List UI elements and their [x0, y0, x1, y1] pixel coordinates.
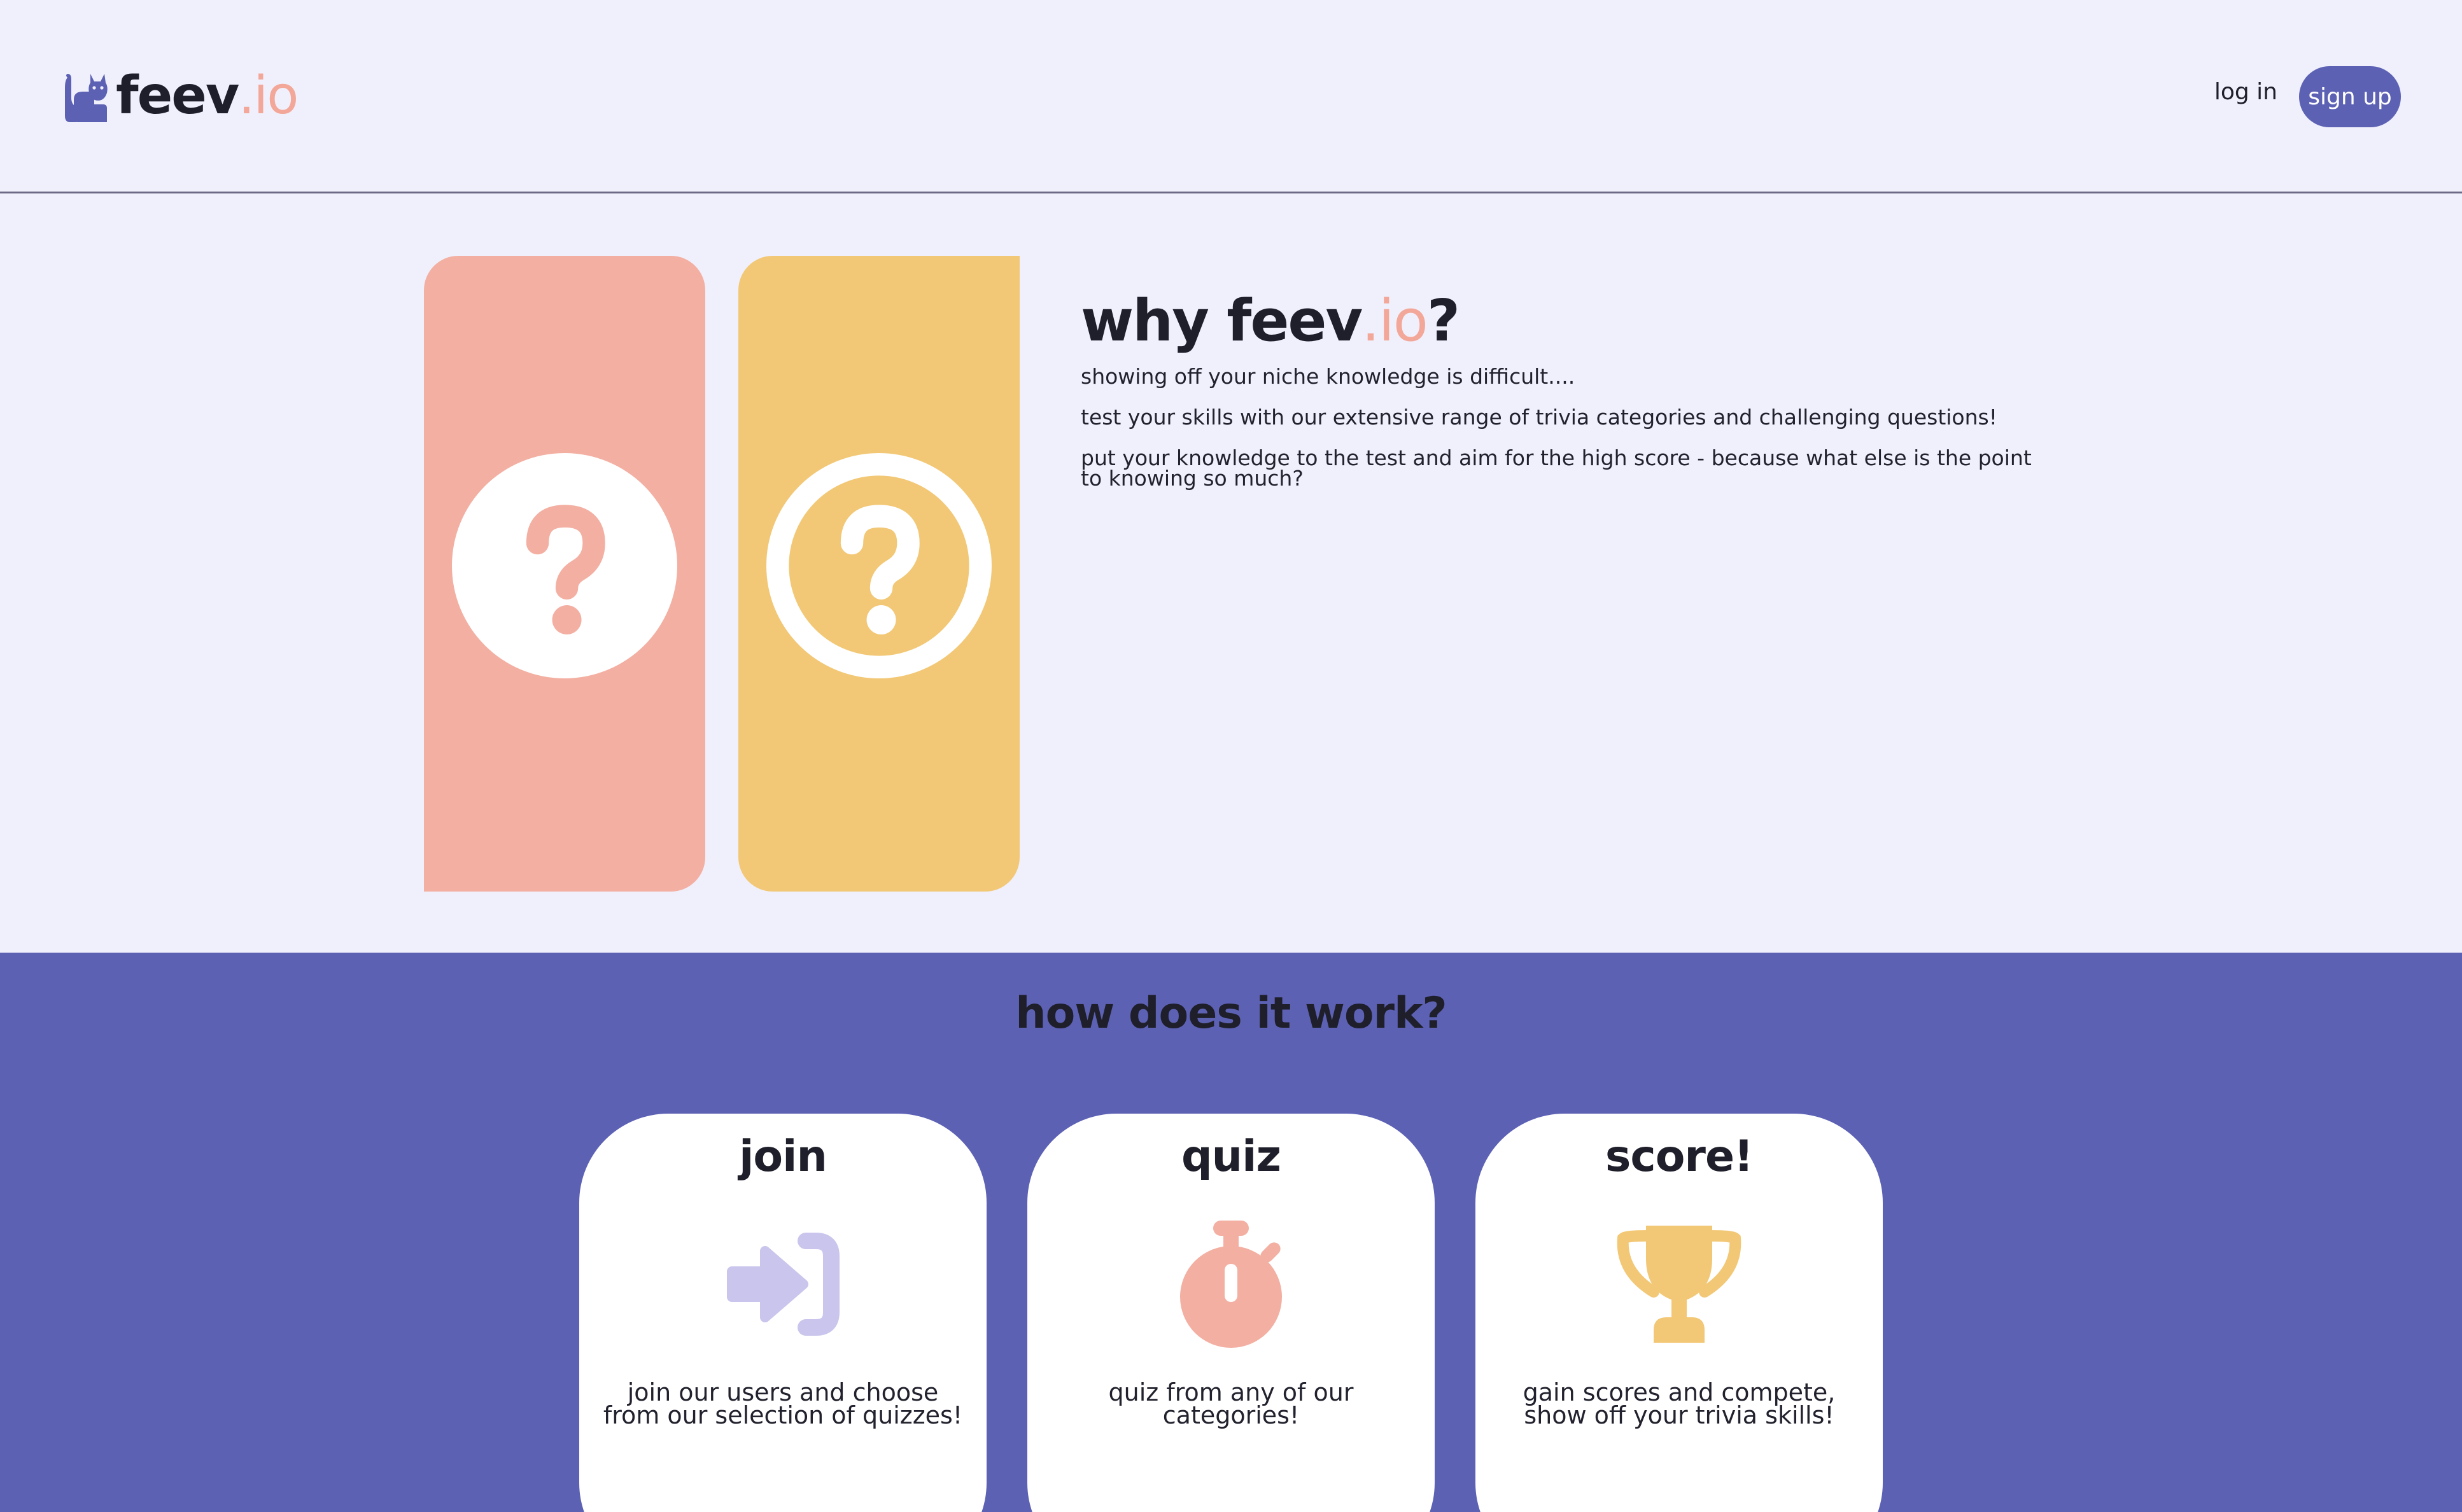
logo-name: feev: [116, 66, 239, 126]
score-card-title: score!: [1605, 1131, 1754, 1182]
how-it-works-section: how does it work? join join our users an…: [0, 953, 2462, 1512]
pink-question-panel: [424, 256, 705, 892]
why-title-accent: .io: [1361, 288, 1428, 354]
cat-logo-icon: [65, 74, 108, 122]
site-header: feev.io log in sign up: [0, 0, 2462, 193]
stopwatch-icon: [1180, 1221, 1282, 1348]
join-card-description: join our users and choose from our selec…: [603, 1378, 963, 1429]
question-circle-outline-icon: [766, 453, 992, 678]
score-card-description: gain scores and compete, show off your t…: [1523, 1378, 1836, 1429]
quiz-card-description: quiz from any of our categories!: [1108, 1378, 1354, 1429]
score-card: score! gain scores and compete, show off…: [1475, 1114, 1883, 1512]
why-title: why feev.io?: [1081, 288, 1460, 354]
sign-in-icon: [727, 1233, 840, 1336]
logo-wordmark: feev.io: [116, 70, 299, 122]
signup-button[interactable]: sign up: [2299, 66, 2401, 127]
how-title: how does it work?: [1015, 988, 1447, 1039]
landing-page: feev.io log in sign up why feev.io? show…: [0, 0, 2462, 1512]
yellow-question-panel: [738, 256, 1020, 892]
join-card: join join our users and choose from our …: [579, 1114, 987, 1512]
logo[interactable]: feev.io: [64, 59, 299, 122]
why-title-suffix: ?: [1426, 288, 1460, 354]
why-title-prefix: why feev: [1081, 288, 1363, 354]
quiz-card: quiz quiz from any of our categories!: [1027, 1114, 1435, 1512]
why-paragraph-3: put your knowledge to the test and aim f…: [1081, 445, 2032, 491]
trophy-icon: [1617, 1226, 1741, 1343]
why-paragraph-1: showing off your niche knowledge is diff…: [1081, 364, 1575, 389]
join-card-title: join: [739, 1131, 827, 1182]
quiz-card-title: quiz: [1181, 1131, 1281, 1182]
question-circle-solid-icon: [452, 453, 677, 678]
login-link[interactable]: log in: [2214, 79, 2277, 105]
why-paragraph-2: test your skills with our extensive rang…: [1081, 405, 1997, 430]
logo-tld: .io: [238, 66, 299, 126]
